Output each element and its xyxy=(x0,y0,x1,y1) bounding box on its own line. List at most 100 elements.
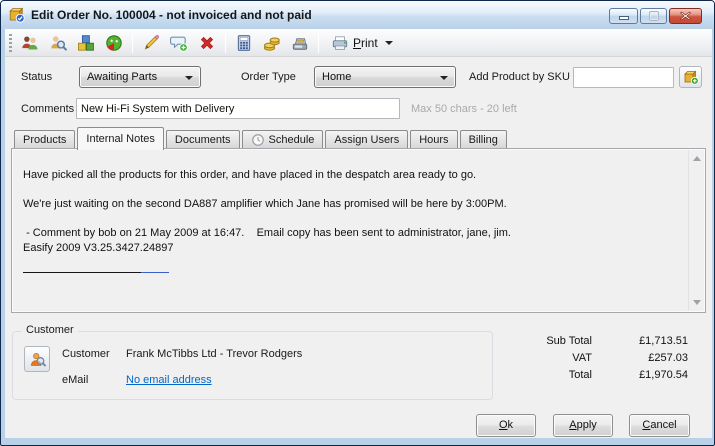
toolbar: Print xyxy=(5,29,712,57)
cancel-label-rest: ancel xyxy=(650,419,676,431)
total-value: £1,970.54 xyxy=(592,367,688,384)
cash-register-icon xyxy=(291,34,309,52)
print-accel: P xyxy=(353,36,361,50)
refund-button[interactable] xyxy=(101,31,127,55)
vat-label: VAT xyxy=(496,350,592,367)
tab-products[interactable]: Products xyxy=(14,130,75,149)
print-button-label: Print xyxy=(353,36,378,50)
subtotal-label: Sub Total xyxy=(496,333,592,350)
find-customer-button[interactable] xyxy=(45,31,71,55)
tab-label: Billing xyxy=(469,131,498,149)
comments-label: Comments xyxy=(21,98,74,120)
email-link[interactable]: No email address xyxy=(126,374,212,386)
tab-hours[interactable]: Hours xyxy=(410,130,457,149)
total-label: Total xyxy=(496,367,592,384)
comments-chars-hint: Max 50 chars - 20 left xyxy=(411,98,517,120)
products-button[interactable] xyxy=(73,31,99,55)
tab-label: Schedule xyxy=(269,131,315,149)
toolbar-grip[interactable] xyxy=(9,34,12,52)
products-cubes-icon xyxy=(77,34,95,52)
delete-x-icon xyxy=(198,34,216,52)
cancel-button[interactable]: Cancel xyxy=(629,414,690,437)
ok-button[interactable]: Ok xyxy=(476,414,536,437)
tab-label: Products xyxy=(23,131,66,149)
status-label: Status xyxy=(21,66,52,88)
order-form: Status Awaiting Parts Order Type Home Ad… xyxy=(5,57,712,438)
scroll-down-icon[interactable] xyxy=(693,300,701,305)
chevron-down-icon xyxy=(440,76,448,80)
refund-icon xyxy=(105,34,123,52)
ok-accel: O xyxy=(499,419,508,431)
scroll-up-icon[interactable] xyxy=(693,156,701,161)
tab-billing[interactable]: Billing xyxy=(460,130,507,149)
toolbar-separator xyxy=(132,33,133,53)
delete-button[interactable] xyxy=(194,31,220,55)
note-line: Easify 2009 V3.25.3427.24897 xyxy=(23,242,671,255)
tab-label: Internal Notes xyxy=(86,130,154,148)
tab-label: Hours xyxy=(419,131,448,149)
order-type-label: Order Type xyxy=(241,66,296,88)
customer-name-value: Frank McTibbs Ltd - Trevor Rodgers xyxy=(126,348,302,360)
money-button[interactable] xyxy=(259,31,285,55)
close-icon xyxy=(680,11,691,21)
tab-label: Documents xyxy=(175,131,231,149)
internal-notes-panel[interactable]: Have picked all the products for this or… xyxy=(11,148,706,313)
window-controls xyxy=(609,8,702,24)
order-type-combobox[interactable]: Home xyxy=(314,66,456,88)
sku-input[interactable] xyxy=(573,67,674,88)
print-button[interactable]: Print xyxy=(324,31,400,55)
title-bar[interactable]: Edit Order No. 100004 - not invoiced and… xyxy=(1,1,714,29)
subtotal-row: Sub Total £1,713.51 xyxy=(496,333,688,350)
notes-scrollbar[interactable] xyxy=(688,150,704,311)
add-product-button[interactable] xyxy=(679,66,702,88)
internal-notes-text: Have picked all the products for this or… xyxy=(23,169,671,273)
apply-label-rest: pply xyxy=(577,419,597,431)
customers-button[interactable] xyxy=(17,31,43,55)
close-button[interactable] xyxy=(669,8,702,24)
add-comment-icon xyxy=(170,34,188,52)
find-customer-detail-button[interactable] xyxy=(24,346,50,372)
subtotal-value: £1,713.51 xyxy=(592,333,688,350)
customer-search-icon xyxy=(29,351,46,368)
maximize-icon xyxy=(649,11,659,21)
calculator-button[interactable] xyxy=(231,31,257,55)
apply-accel: A xyxy=(569,419,576,431)
apply-button[interactable]: Apply xyxy=(553,414,613,437)
vat-value: £257.03 xyxy=(592,350,688,367)
status-value: Awaiting Parts xyxy=(87,71,157,83)
add-comment-button[interactable] xyxy=(166,31,192,55)
tab-label: Assign Users xyxy=(334,131,399,149)
notes-divider-line xyxy=(23,272,169,273)
tab-schedule[interactable]: Schedule xyxy=(242,130,324,149)
status-combobox[interactable]: Awaiting Parts xyxy=(79,66,201,88)
window-title: Edit Order No. 100004 - not invoiced and… xyxy=(31,1,312,29)
comments-input[interactable] xyxy=(76,98,400,119)
tab-internal-notes[interactable]: Internal Notes xyxy=(77,127,163,150)
pencil-icon xyxy=(142,34,160,52)
email-field-label: eMail xyxy=(62,374,88,386)
tab-assign-users[interactable]: Assign Users xyxy=(325,130,408,149)
minimize-icon xyxy=(619,12,629,21)
users-icon xyxy=(21,34,39,52)
sku-label: Add Product by SKU xyxy=(469,66,570,88)
calculator-icon xyxy=(235,34,253,52)
coins-icon xyxy=(263,34,281,52)
order-type-value: Home xyxy=(322,71,351,83)
minimize-button[interactable] xyxy=(609,8,638,24)
customer-group-label: Customer xyxy=(22,324,78,336)
till-button[interactable] xyxy=(287,31,313,55)
edit-button[interactable] xyxy=(138,31,164,55)
toolbar-separator xyxy=(225,33,226,53)
customer-field-label: Customer xyxy=(62,348,110,360)
print-dropdown-caret-icon[interactable] xyxy=(385,41,393,45)
tab-documents[interactable]: Documents xyxy=(166,130,240,149)
chevron-down-icon xyxy=(185,76,193,80)
note-line: - Comment by bob on 21 May 2009 at 16:47… xyxy=(23,227,671,240)
app-icon xyxy=(9,7,25,23)
order-totals: Sub Total £1,713.51 VAT £257.03 Total £1… xyxy=(496,333,688,384)
ok-label-rest: k xyxy=(508,419,514,431)
toolbar-separator xyxy=(318,33,319,53)
note-line: We're just waiting on the second DA887 a… xyxy=(23,198,671,211)
clock-icon xyxy=(251,133,265,147)
maximize-button[interactable] xyxy=(640,8,667,24)
